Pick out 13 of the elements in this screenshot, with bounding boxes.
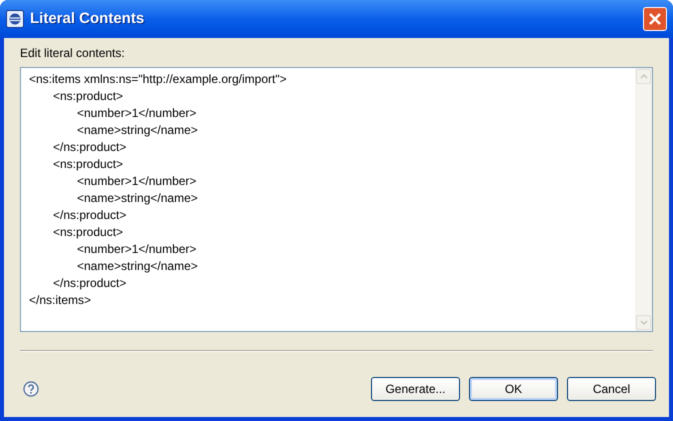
- text-editor[interactable]: [20, 67, 653, 332]
- app-icon: [6, 10, 24, 28]
- close-icon: [648, 12, 662, 26]
- help-icon[interactable]: [23, 381, 39, 397]
- field-label: Edit literal contents:: [20, 46, 126, 61]
- chevron-down-icon: [640, 320, 648, 325]
- window-title: Literal Contents: [30, 8, 146, 29]
- editor-text: <ns:items xmlns:ns="http://example.org/import"> <ns:product> <number>1</number> <name>string</name> </ns:product> <ns:product> <number>1</number> <name>string</name> </ns:product> <ns:product> <number>1</number> <name>string</name> </ns:product> </ns:items>: [28, 71, 288, 309]
- dialog-button[interactable]: Generate...: [371, 377, 460, 401]
- close-button[interactable]: [643, 7, 667, 31]
- dialog-button[interactable]: OK: [469, 377, 558, 401]
- chevron-up-icon: [640, 74, 648, 79]
- dialog-button[interactable]: Cancel: [567, 377, 656, 401]
